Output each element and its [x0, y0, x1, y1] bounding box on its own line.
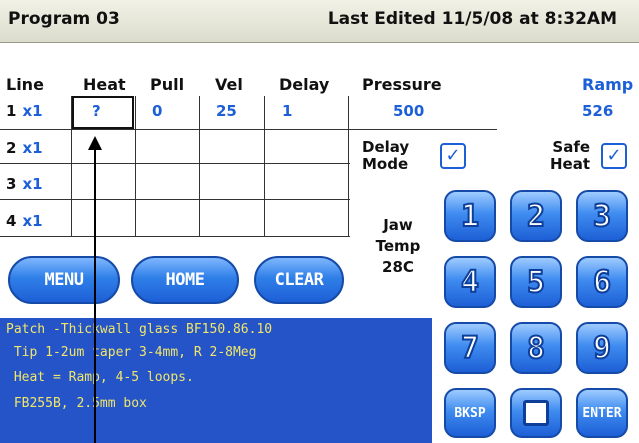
- key-9-label: 9: [592, 330, 612, 367]
- notes-line: FB255B, 2.5mm box: [6, 396, 147, 411]
- line-1-label[interactable]: 1 x1: [6, 102, 43, 120]
- delay-mode-label-line1: Delay: [362, 138, 410, 156]
- program-title: Program 03: [8, 9, 120, 29]
- menu-button[interactable]: MENU: [8, 256, 120, 304]
- key-7-label: 7: [460, 330, 480, 367]
- grid-line: [0, 129, 497, 130]
- notes-line: Patch -Thickwall glass BF150.86.10: [6, 322, 273, 337]
- line-multiplier: x1: [22, 139, 43, 157]
- grid-line: [0, 236, 350, 237]
- key-1[interactable]: 1: [444, 190, 496, 242]
- grid-line: [135, 96, 136, 236]
- grid-line: [0, 199, 350, 200]
- safe-heat-label: Safe Heat: [550, 139, 590, 173]
- pressure-value[interactable]: 500: [393, 102, 424, 120]
- program-notes-panel[interactable]: Patch -Thickwall glass BF150.86.10 Tip 1…: [0, 318, 432, 443]
- key-8-label: 8: [526, 330, 546, 367]
- home-button-label: HOME: [165, 270, 205, 290]
- annotation-arrow-line: [94, 148, 96, 443]
- jaw-temp-label-line1: Jaw: [383, 216, 413, 234]
- header-bar: Program 03 Last Edited 11/5/08 at 8:32AM: [0, 0, 639, 43]
- key-3-label: 3: [592, 198, 612, 235]
- col-header-ramp: Ramp: [582, 75, 634, 94]
- key-7[interactable]: 7: [444, 322, 496, 374]
- key-8[interactable]: 8: [510, 322, 562, 374]
- line-multiplier: x1: [22, 102, 43, 120]
- key-3[interactable]: 3: [576, 190, 628, 242]
- safe-heat-checkbox[interactable]: ✓: [601, 143, 627, 169]
- line-3-label[interactable]: 3 x1: [6, 175, 43, 193]
- key-6-label: 6: [592, 264, 612, 301]
- vel-value[interactable]: 25: [216, 102, 237, 120]
- heat-cell-selected[interactable]: [72, 96, 134, 129]
- line-multiplier: x1: [22, 212, 43, 230]
- ramp-value[interactable]: 526: [582, 102, 613, 120]
- delay-mode-label-line2: Mode: [362, 155, 409, 173]
- col-header-pressure: Pressure: [362, 75, 442, 94]
- key-4-label: 4: [460, 264, 480, 301]
- checkmark-icon: ✓: [445, 145, 461, 166]
- jaw-temp-value: 28C: [382, 258, 414, 276]
- clear-button[interactable]: CLEAR: [254, 256, 344, 304]
- col-header-heat: Heat: [83, 75, 126, 94]
- safe-heat-label-line1: Safe: [552, 138, 591, 156]
- delay-mode-checkbox[interactable]: ✓: [440, 143, 466, 169]
- line-4-label[interactable]: 4 x1: [6, 212, 43, 230]
- key-9[interactable]: 9: [576, 322, 628, 374]
- grid-line: [264, 96, 265, 236]
- key-0[interactable]: [510, 388, 562, 438]
- grid-line: [199, 96, 200, 236]
- col-header-pull: Pull: [150, 75, 185, 94]
- checkmark-icon: ✓: [606, 145, 622, 166]
- col-header-vel: Vel: [215, 75, 243, 94]
- backspace-key[interactable]: BKSP: [444, 388, 496, 438]
- notes-line: Tip 1-2um taper 3-4mm, R 2-8Meg: [6, 345, 257, 360]
- line-number: 4: [6, 212, 17, 230]
- grid-line: [0, 163, 350, 164]
- annotation-arrow-head-icon: [88, 136, 102, 150]
- pipette-puller-screen: Program 03 Last Edited 11/5/08 at 8:32AM…: [0, 0, 639, 443]
- line-2-label[interactable]: 2 x1: [6, 139, 43, 157]
- enter-key[interactable]: ENTER: [576, 388, 628, 438]
- enter-key-label: ENTER: [582, 405, 622, 421]
- safe-heat-label-line2: Heat: [550, 155, 591, 173]
- pull-value[interactable]: 0: [152, 102, 162, 120]
- key-2[interactable]: 2: [510, 190, 562, 242]
- key-6[interactable]: 6: [576, 256, 628, 308]
- jaw-temp-display: Jaw Temp 28C: [373, 215, 423, 278]
- heat-value: ?: [92, 102, 101, 120]
- key-2-label: 2: [526, 198, 546, 235]
- line-number: 3: [6, 175, 17, 193]
- menu-button-label: MENU: [44, 270, 84, 290]
- delay-value[interactable]: 1: [282, 102, 292, 120]
- delay-mode-label: Delay Mode: [362, 139, 409, 173]
- zero-glyph: [523, 400, 549, 426]
- grid-line: [348, 96, 349, 236]
- notes-line: Heat = Ramp, 4-5 loops.: [6, 370, 194, 385]
- clear-button-label: CLEAR: [274, 270, 324, 290]
- jaw-temp-label-line2: Temp: [375, 237, 421, 255]
- col-header-line: Line: [6, 75, 44, 94]
- home-button[interactable]: HOME: [131, 256, 239, 304]
- key-1-label: 1: [460, 198, 480, 235]
- key-5-label: 5: [526, 264, 546, 301]
- key-4[interactable]: 4: [444, 256, 496, 308]
- line-number: 1: [6, 102, 17, 120]
- line-multiplier: x1: [22, 175, 43, 193]
- backspace-key-label: BKSP: [454, 405, 486, 421]
- line-number: 2: [6, 139, 17, 157]
- key-5[interactable]: 5: [510, 256, 562, 308]
- col-header-delay: Delay: [279, 75, 330, 94]
- last-edited-text: Last Edited 11/5/08 at 8:32AM: [327, 9, 617, 29]
